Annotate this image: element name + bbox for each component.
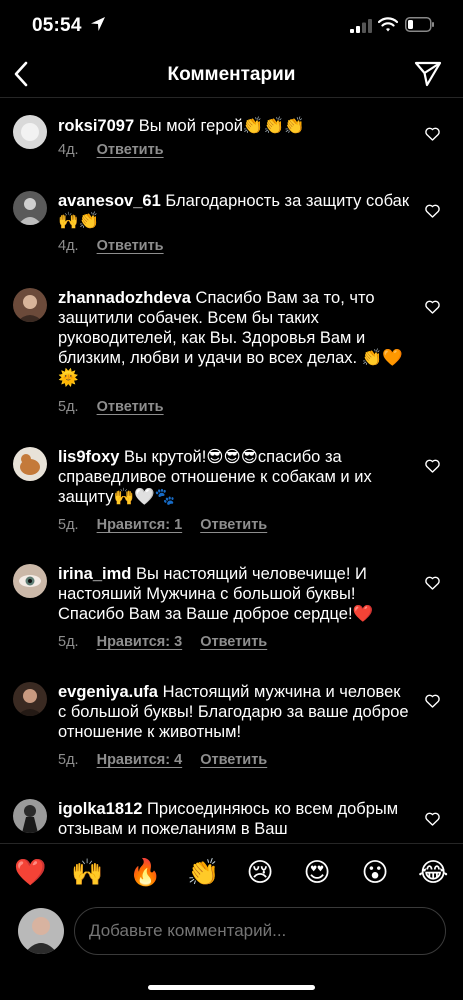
comment-meta: 5д. Нравится: 1 Ответить — [58, 517, 281, 533]
home-indicator — [148, 985, 315, 990]
status-bar: 05:54 — [0, 0, 463, 52]
nav-bar: Комментарии — [0, 52, 463, 98]
avatar[interactable] — [13, 288, 47, 322]
comment-meta: 4д. Ответить — [58, 142, 178, 158]
reaction-surprised-button[interactable]: 😮 — [360, 858, 390, 888]
comment-meta: 5д. Нравится: 4 Ответить — [58, 752, 281, 768]
avatar[interactable] — [13, 564, 47, 598]
reaction-clap-button[interactable]: 👏 — [187, 858, 219, 888]
like-heart-icon[interactable] — [425, 459, 440, 473]
reply-button[interactable]: Ответить — [97, 399, 164, 415]
page-title: Комментарии — [167, 64, 296, 85]
comment-text: Вы мой герой👏👏👏 — [138, 117, 305, 135]
comment-meta: 4д. Ответить — [58, 238, 178, 254]
like-heart-icon[interactable] — [425, 300, 440, 314]
comment-text-block: evgeniya.ufa Настоящий мужчина и человек… — [58, 682, 410, 742]
reaction-fire-button[interactable]: 🔥 — [129, 858, 161, 888]
battery-icon — [405, 17, 434, 32]
avatar[interactable] — [13, 682, 47, 716]
comment-age: 5д. — [58, 517, 79, 533]
comment-age: 5д. — [58, 399, 79, 415]
comment-username[interactable]: lis9foxy — [58, 448, 119, 466]
comment-input[interactable] — [74, 907, 446, 955]
avatar[interactable] — [13, 447, 47, 481]
comment-age: 4д. — [58, 238, 79, 254]
comment-composer — [0, 905, 463, 973]
comment-username[interactable]: igolka1812 — [58, 800, 142, 818]
comment-meta: 5д. Ответить — [58, 399, 178, 415]
likes-count[interactable]: Нравится: 1 — [97, 517, 183, 533]
reply-button[interactable]: Ответить — [200, 752, 267, 768]
send-paper-plane-icon[interactable] — [414, 61, 442, 87]
current-user-avatar — [18, 908, 64, 954]
reply-button[interactable]: Ответить — [200, 634, 267, 650]
comment-text-block: roksi7097 Вы мой герой👏👏👏 — [58, 116, 410, 136]
reaction-heart-eyes-button[interactable]: 😍 — [302, 858, 332, 888]
status-time: 05:54 — [32, 15, 82, 36]
quick-reactions-bar: ❤️ 🙌 🔥 👏 😢 😍 😮 😂 — [0, 843, 463, 905]
avatar[interactable] — [13, 799, 47, 833]
like-heart-icon[interactable] — [425, 204, 440, 218]
location-arrow-icon — [91, 17, 105, 31]
like-heart-icon[interactable] — [425, 812, 440, 826]
comment-username[interactable]: evgeniya.ufa — [58, 683, 158, 701]
like-heart-icon[interactable] — [425, 694, 440, 708]
likes-count[interactable]: Нравится: 3 — [97, 634, 183, 650]
comment-username[interactable]: avanesov_61 — [58, 192, 161, 210]
reply-button[interactable]: Ответить — [97, 238, 164, 254]
reaction-heart-button[interactable]: ❤️ — [14, 858, 46, 888]
comment-age: 4д. — [58, 142, 79, 158]
wifi-icon — [378, 17, 398, 32]
reply-button[interactable]: Ответить — [200, 517, 267, 533]
comment-username[interactable]: zhannadozhdeva — [58, 289, 191, 307]
reaction-laughing-button[interactable]: 😂 — [418, 858, 448, 888]
comment-age: 5д. — [58, 752, 79, 768]
cellular-signal-icon — [350, 19, 372, 33]
avatar[interactable] — [13, 191, 47, 225]
comment-text-block: lis9foxy Вы крутой!😎😎😎спасибо за справед… — [58, 447, 410, 507]
comment-username[interactable]: irina_imd — [58, 565, 131, 583]
reaction-raised-hands-button[interactable]: 🙌 — [71, 858, 103, 888]
comment-text-block: irina_imd Вы настоящий человечище! И нас… — [58, 564, 410, 624]
comments-list[interactable]: roksi7097 Вы мой герой👏👏👏 4д. Ответить a… — [0, 99, 463, 843]
reply-button[interactable]: Ответить — [97, 142, 164, 158]
comment-text-block: zhannadozhdeva Спасибо Вам за то, что за… — [58, 288, 410, 388]
comment-age: 5д. — [58, 634, 79, 650]
likes-count[interactable]: Нравится: 4 — [97, 752, 183, 768]
like-heart-icon[interactable] — [425, 576, 440, 590]
avatar[interactable] — [13, 115, 47, 149]
comment-meta: 5д. Нравится: 3 Ответить — [58, 634, 281, 650]
comment-username[interactable]: roksi7097 — [58, 117, 134, 135]
reaction-crying-button[interactable]: 😢 — [245, 858, 275, 888]
comment-text-block: avanesov_61 Благодарность за защиту соба… — [58, 191, 410, 231]
comment-text-block: igolka1812 Присоединяюсь ко всем добрым … — [58, 799, 410, 839]
like-heart-icon[interactable] — [425, 127, 440, 141]
